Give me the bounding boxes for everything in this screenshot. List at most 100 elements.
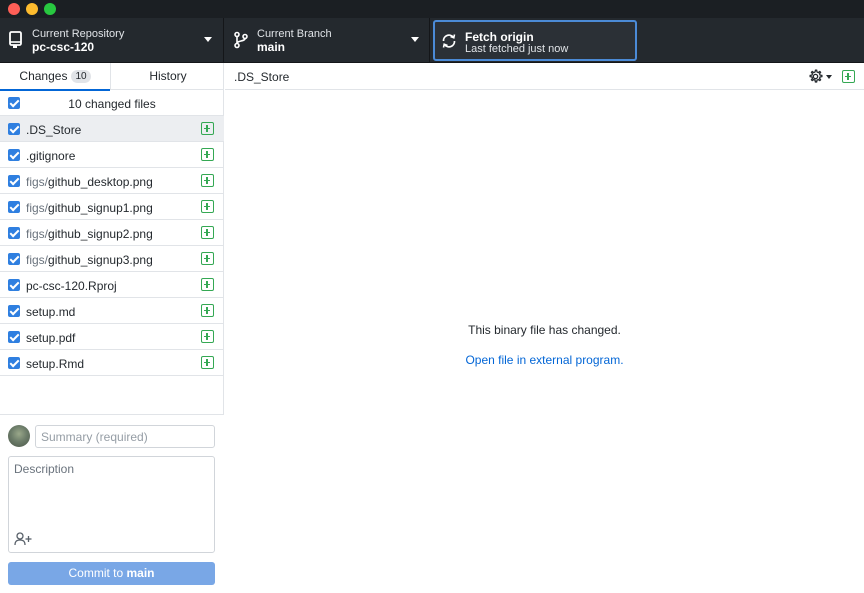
- file-list: .DS_Store .gitignore figs/github_desktop…: [0, 116, 224, 376]
- commit-button[interactable]: Commit to main: [8, 562, 215, 585]
- file-added-icon: [201, 252, 214, 265]
- file-row[interactable]: setup.pdf: [0, 324, 224, 350]
- file-checkbox[interactable]: [8, 149, 20, 161]
- file-dir: figs/: [26, 227, 49, 241]
- changes-sidebar: Changes 10 History 10 changed files .DS_S…: [0, 63, 224, 593]
- tab-changes[interactable]: Changes 10: [0, 63, 111, 91]
- file-checkbox[interactable]: [8, 227, 20, 239]
- description-box: [8, 456, 215, 553]
- file-row[interactable]: setup.md: [0, 298, 224, 324]
- file-checkbox[interactable]: [8, 123, 20, 135]
- gear-icon[interactable]: [808, 69, 823, 84]
- current-repository-button[interactable]: Current Repository pc-csc-120: [0, 18, 224, 63]
- binary-file-message: This binary file has changed.: [468, 323, 621, 337]
- branch-dropdown-icon: [411, 37, 419, 42]
- tab-history-label: History: [149, 69, 187, 83]
- summary-input[interactable]: [35, 425, 215, 448]
- file-basename: github_signup2.png: [48, 227, 153, 241]
- sync-icon: [442, 34, 456, 48]
- file-basename: github_desktop.png: [48, 175, 153, 189]
- settings-dropdown-icon[interactable]: [826, 75, 832, 79]
- changed-files-count: 10 changed files: [68, 97, 156, 111]
- close-window-button[interactable]: [8, 3, 20, 15]
- file-added-icon: [201, 330, 214, 343]
- zoom-window-button[interactable]: [44, 3, 56, 15]
- tab-changes-label: Changes: [19, 69, 68, 83]
- changes-count-badge: 10: [71, 70, 91, 83]
- file-added-icon: [201, 122, 214, 135]
- changed-files-header: 10 changed files: [0, 90, 224, 116]
- file-name: figs/github_signup2.png: [26, 227, 153, 241]
- file-basename: setup.md: [26, 305, 76, 319]
- commit-button-prefix: Commit to: [68, 566, 127, 580]
- file-checkbox[interactable]: [8, 357, 20, 369]
- file-row[interactable]: figs/github_desktop.png: [0, 168, 224, 194]
- minimize-window-button[interactable]: [26, 3, 38, 15]
- sidebar-tabs: Changes 10 History: [0, 63, 224, 91]
- fetch-status: Last fetched just now: [465, 43, 569, 55]
- branch-name: main: [257, 40, 286, 54]
- file-row[interactable]: pc-csc-120.Rproj: [0, 272, 224, 298]
- file-checkbox[interactable]: [8, 279, 20, 291]
- commit-message-area: Commit to main: [0, 414, 224, 593]
- file-dir: figs/: [26, 201, 49, 215]
- file-added-icon: [201, 174, 214, 187]
- diff-header: .DS_Store: [225, 63, 864, 90]
- repo-icon: [9, 31, 22, 48]
- file-added-icon: [201, 226, 214, 239]
- file-added-icon: [201, 148, 214, 161]
- fetch-label: Fetch origin: [465, 30, 534, 44]
- current-branch-button[interactable]: Current Branch main: [225, 18, 430, 63]
- file-name: setup.pdf: [26, 331, 75, 345]
- file-added-icon: [842, 70, 855, 83]
- repository-label: Current Repository: [32, 28, 125, 40]
- file-name: pc-csc-120.Rproj: [26, 279, 117, 293]
- tab-history[interactable]: History: [112, 63, 224, 90]
- file-name: figs/github_signup1.png: [26, 201, 153, 215]
- file-row[interactable]: setup.Rmd: [0, 350, 224, 376]
- file-basename: setup.pdf: [26, 331, 76, 345]
- file-name: .gitignore: [26, 149, 75, 163]
- add-coauthor-icon[interactable]: [14, 532, 32, 546]
- file-checkbox[interactable]: [8, 305, 20, 317]
- file-basename: setup.Rmd: [26, 357, 85, 371]
- file-added-icon: [201, 304, 214, 317]
- file-name: figs/github_signup3.png: [26, 253, 153, 267]
- file-row[interactable]: .gitignore: [0, 142, 224, 168]
- file-row[interactable]: figs/github_signup2.png: [0, 220, 224, 246]
- description-input[interactable]: [9, 457, 214, 527]
- file-dir: figs/: [26, 175, 49, 189]
- file-basename: .DS_Store: [26, 123, 82, 137]
- file-basename: .gitignore: [26, 149, 76, 163]
- file-row[interactable]: .DS_Store: [0, 116, 224, 142]
- file-basename: github_signup1.png: [48, 201, 153, 215]
- file-name: setup.Rmd: [26, 357, 84, 371]
- commit-button-branch: main: [126, 566, 155, 580]
- repository-name: pc-csc-120: [32, 40, 95, 54]
- toolbar: Current Repository pc-csc-120 Current Br…: [0, 18, 864, 63]
- repository-dropdown-icon: [204, 37, 212, 42]
- file-checkbox[interactable]: [8, 175, 20, 187]
- file-dir: figs/: [26, 253, 49, 267]
- open-external-link[interactable]: Open file in external program.: [225, 353, 864, 367]
- file-row[interactable]: figs/github_signup1.png: [0, 194, 224, 220]
- avatar: [8, 425, 30, 447]
- file-checkbox[interactable]: [8, 253, 20, 265]
- file-name: figs/github_desktop.png: [26, 175, 153, 189]
- file-checkbox[interactable]: [8, 201, 20, 213]
- branch-label: Current Branch: [257, 28, 332, 40]
- diff-panel: .DS_Store This binary file has changed. …: [225, 63, 864, 593]
- file-row[interactable]: figs/github_signup3.png: [0, 246, 224, 272]
- file-basename: pc-csc-120.Rproj: [26, 279, 117, 293]
- file-name: .DS_Store: [26, 123, 81, 137]
- diff-file-title: .DS_Store: [234, 70, 290, 84]
- file-added-icon: [201, 200, 214, 213]
- title-bar: [0, 0, 864, 18]
- branch-icon: [234, 31, 248, 49]
- file-basename: github_signup3.png: [48, 253, 153, 267]
- file-checkbox[interactable]: [8, 331, 20, 343]
- file-added-icon: [201, 356, 214, 369]
- file-name: setup.md: [26, 305, 75, 319]
- fetch-origin-button[interactable]: Fetch origin Last fetched just now: [433, 20, 637, 61]
- file-added-icon: [201, 278, 214, 291]
